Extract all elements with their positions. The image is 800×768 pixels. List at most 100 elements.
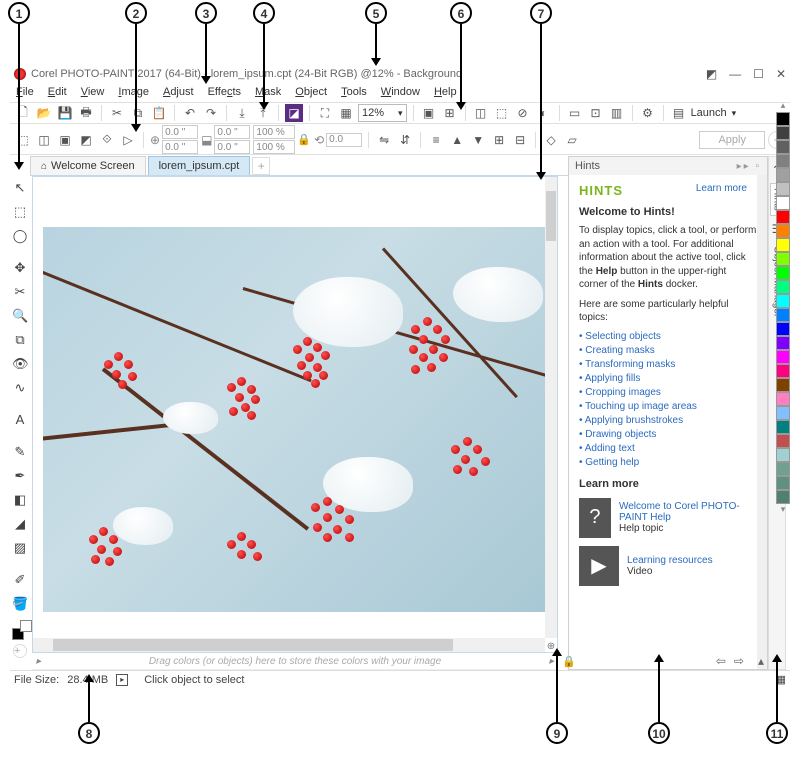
document-palette[interactable]: ▸ Drag colors (or objects) here to store… [32, 654, 558, 670]
menu-edit[interactable]: Edit [48, 86, 67, 98]
redo-button[interactable]: ↷ [202, 104, 220, 122]
palette-scroll-right[interactable]: ▸ [549, 656, 554, 667]
docker-lock-icon[interactable]: 🔒 [562, 655, 576, 668]
color-swatch[interactable] [776, 182, 790, 196]
zoom-tool[interactable]: 🔍 [12, 308, 28, 324]
topic-link[interactable]: Adding text [579, 443, 757, 454]
palette-up[interactable]: ▴ [776, 100, 790, 112]
import-button[interactable]: ⤓ [233, 104, 251, 122]
opts3-button[interactable]: ▥ [608, 104, 626, 122]
color-swatch[interactable] [776, 266, 790, 280]
sx-input[interactable] [253, 125, 295, 139]
color-swatch[interactable] [776, 112, 790, 126]
x-input[interactable] [162, 125, 198, 139]
add-tool-button[interactable]: + [13, 644, 27, 658]
save-button[interactable]: 💾 [56, 104, 74, 122]
apply-button[interactable]: Apply [699, 131, 765, 149]
color-swatch[interactable] [776, 126, 790, 140]
color-swatch[interactable] [776, 280, 790, 294]
vertical-scrollbar[interactable] [545, 177, 557, 638]
menu-tools[interactable]: Tools [341, 86, 367, 98]
color-swatch[interactable] [776, 140, 790, 154]
topic-link[interactable]: Creating masks [579, 345, 757, 356]
flip-v-button[interactable]: ⇵ [396, 131, 414, 149]
distort-button[interactable]: ▱ [563, 131, 581, 149]
menu-mask[interactable]: Mask [255, 86, 281, 98]
palette-scroll-left[interactable]: ▸ [36, 656, 41, 667]
color-swatch[interactable] [776, 490, 790, 504]
w-input[interactable] [214, 125, 250, 139]
menu-adjust[interactable]: Adjust [163, 86, 194, 98]
learn-more-link[interactable]: Learn more [696, 183, 747, 194]
prop-mode-xor[interactable]: ◩ [77, 131, 95, 149]
color-swatch[interactable] [776, 364, 790, 378]
topic-link[interactable]: Getting help [579, 457, 757, 468]
color-swatch[interactable] [776, 476, 790, 490]
new-tab-button[interactable]: + [252, 157, 270, 175]
color-swatch[interactable] [776, 392, 790, 406]
prop-mode-5[interactable]: ⟐ [98, 131, 116, 149]
brush-tool[interactable]: ✎ [12, 444, 28, 460]
order-back-button[interactable]: ▼ [469, 131, 487, 149]
topic-link[interactable]: Applying brushstrokes [579, 415, 757, 426]
dropshadow-tool[interactable]: ◢ [12, 516, 28, 532]
mask-overlay-button[interactable]: ◫ [472, 104, 490, 122]
align-button[interactable]: ≡ [427, 131, 445, 149]
color-swatch[interactable] [776, 434, 790, 448]
cut-button[interactable]: ✂ [108, 104, 126, 122]
sy-input[interactable] [253, 140, 295, 154]
opts1-button[interactable]: ▭ [566, 104, 584, 122]
topic-link[interactable]: Applying fills [579, 373, 757, 384]
menu-effects[interactable]: Effects [208, 86, 241, 98]
menu-object[interactable]: Object [295, 86, 327, 98]
menu-help[interactable]: Help [434, 86, 457, 98]
color-swatch[interactable] [776, 154, 790, 168]
close-button[interactable]: ✕ [776, 67, 786, 81]
color-swatch[interactable] [776, 336, 790, 350]
publish-button[interactable]: ◪ [285, 104, 303, 122]
image-canvas[interactable] [43, 227, 545, 612]
clear-mask-button[interactable]: ⊘ [514, 104, 532, 122]
paste-button[interactable]: 📋 [150, 104, 168, 122]
color-swatch[interactable] [776, 196, 790, 210]
color-swatch[interactable] [776, 224, 790, 238]
topic-link[interactable]: Drawing objects [579, 429, 757, 440]
horizontal-scrollbar[interactable] [33, 638, 545, 652]
new-button[interactable]: 🗋 [14, 104, 32, 122]
help-toggle-icon[interactable]: ◩ [706, 67, 717, 81]
color-swatch[interactable] [776, 406, 790, 420]
transform-tool[interactable]: ✥ [12, 260, 28, 276]
launch-icon[interactable]: ▤ [670, 104, 688, 122]
grid-button[interactable]: ▦ [337, 104, 355, 122]
order-front-button[interactable]: ▲ [448, 131, 466, 149]
menu-image[interactable]: Image [118, 86, 149, 98]
perspective-button[interactable]: ◇ [542, 131, 560, 149]
learn-more-video[interactable]: ▶ Learning resourcesVideo [579, 546, 757, 586]
color-swatch[interactable] [776, 238, 790, 252]
menu-window[interactable]: Window [381, 86, 420, 98]
docker-back-button[interactable]: ⇦ [716, 654, 726, 668]
rect-mask-tool[interactable]: ⬚ [12, 204, 28, 220]
path-tool[interactable]: ✒ [12, 468, 28, 484]
flip-h-button[interactable]: ⇋ [375, 131, 393, 149]
status-flyout-button[interactable]: ▸ [116, 674, 128, 686]
color-swatch[interactable] [776, 294, 790, 308]
color-swatch[interactable] [776, 378, 790, 392]
docker-home-button[interactable]: ▴ [758, 654, 764, 668]
h-input[interactable] [214, 140, 250, 154]
minimize-button[interactable]: — [729, 67, 741, 81]
show-rulers-button[interactable]: ▣ [420, 104, 438, 122]
crop-tool[interactable]: ✂ [12, 284, 28, 300]
docker-forward-button[interactable]: ⇨ [734, 654, 744, 668]
ungroup-button[interactable]: ⊟ [511, 131, 529, 149]
options-button[interactable]: ⚙ [639, 104, 657, 122]
prop-mode-normal[interactable]: ⬚ [14, 131, 32, 149]
redeye-tool[interactable]: 👁 [12, 356, 28, 372]
liquid-tool[interactable]: ∿ [12, 380, 28, 396]
zoom-combo[interactable]: 12%▾ [358, 104, 407, 122]
tab-welcome[interactable]: ⌂Welcome Screen [30, 156, 146, 175]
pick-tool[interactable]: ↖ [12, 180, 28, 196]
mask-marquee-button[interactable]: ⬚ [493, 104, 511, 122]
learn-more-help[interactable]: ? Welcome to Corel PHOTO-PAINT HelpHelp … [579, 498, 757, 538]
topic-link[interactable]: Touching up image areas [579, 401, 757, 412]
